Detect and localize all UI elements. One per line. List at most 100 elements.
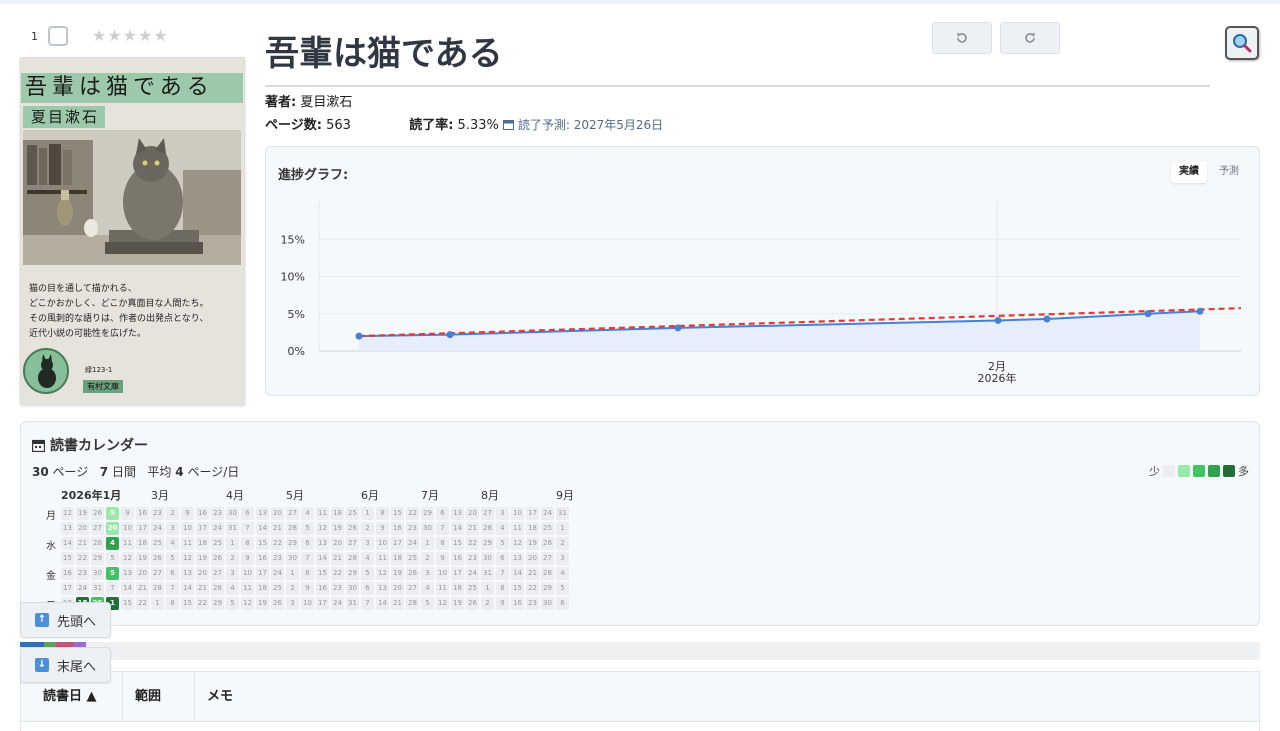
calendar-day-cell[interactable]: 9: [496, 597, 509, 610]
calendar-day-cell[interactable]: 19: [391, 567, 404, 580]
calendar-day-cell[interactable]: 9: [301, 582, 314, 595]
calendar-day-cell[interactable]: 26: [151, 552, 164, 565]
calendar-day-cell[interactable]: 20: [76, 522, 89, 535]
calendar-day-cell[interactable]: 14: [61, 537, 74, 550]
calendar-day-cell[interactable]: 25: [271, 582, 284, 595]
calendar-day-cell[interactable]: 25: [466, 582, 479, 595]
calendar-day-cell[interactable]: 29: [421, 507, 434, 520]
calendar-day-cell[interactable]: 6: [301, 537, 314, 550]
calendar-day-cell[interactable]: 1: [421, 537, 434, 550]
calendar-day-cell[interactable]: 4: [166, 537, 179, 550]
calendar-day-cell[interactable]: 12: [511, 537, 524, 550]
calendar-day-cell[interactable]: 9: [181, 507, 194, 520]
calendar-day-cell[interactable]: 30: [481, 552, 494, 565]
calendar-day-cell[interactable]: 24: [541, 507, 554, 520]
calendar-day-cell[interactable]: 23: [406, 522, 419, 535]
horizontal-scrollbar[interactable]: [20, 642, 1260, 660]
calendar-day-cell[interactable]: 23: [331, 582, 344, 595]
calendar-day-cell[interactable]: 5: [226, 597, 239, 610]
calendar-day-cell[interactable]: 21: [331, 552, 344, 565]
calendar-day-cell[interactable]: 4: [496, 522, 509, 535]
rating-stars[interactable]: ★★★★★: [92, 26, 169, 45]
calendar-day-cell[interactable]: 7: [301, 552, 314, 565]
calendar-day-cell[interactable]: 8: [166, 597, 179, 610]
calendar-day-cell[interactable]: 29: [211, 597, 224, 610]
calendar-day-cell[interactable]: 18: [331, 507, 344, 520]
calendar-day-cell[interactable]: 3: [286, 597, 299, 610]
calendar-day-cell[interactable]: 1: [361, 507, 374, 520]
calendar-day-cell[interactable]: 28: [541, 567, 554, 580]
calendar-day-cell[interactable]: 20: [466, 507, 479, 520]
calendar-day-cell[interactable]: 16: [196, 507, 209, 520]
undo-button[interactable]: [932, 22, 992, 54]
calendar-day-cell[interactable]: 29: [346, 567, 359, 580]
calendar-day-cell[interactable]: 6: [166, 567, 179, 580]
calendar-day-cell[interactable]: 18: [256, 582, 269, 595]
calendar-day-cell[interactable]: 2: [481, 597, 494, 610]
calendar-day-cell[interactable]: 5: [106, 507, 119, 520]
calendar-day-cell[interactable]: 7: [106, 582, 119, 595]
calendar-day-cell[interactable]: 17: [526, 507, 539, 520]
calendar-day-cell[interactable]: 31: [346, 597, 359, 610]
calendar-day-cell[interactable]: 6: [241, 507, 254, 520]
calendar-day-cell[interactable]: 9: [121, 507, 134, 520]
calendar-day-cell[interactable]: 25: [406, 552, 419, 565]
calendar-day-cell[interactable]: 22: [406, 507, 419, 520]
calendar-day-cell[interactable]: 6: [361, 582, 374, 595]
calendar-day-cell[interactable]: 9: [241, 552, 254, 565]
calendar-day-cell[interactable]: 24: [406, 537, 419, 550]
calendar-day-cell[interactable]: 10: [511, 507, 524, 520]
calendar-day-cell[interactable]: 21: [76, 537, 89, 550]
calendar-day-cell[interactable]: 19: [526, 537, 539, 550]
calendar-day-cell[interactable]: 22: [196, 597, 209, 610]
calendar-day-cell[interactable]: 26: [211, 552, 224, 565]
calendar-day-cell[interactable]: 1: [151, 597, 164, 610]
calendar-day-cell[interactable]: 23: [466, 552, 479, 565]
calendar-day-cell[interactable]: 4: [106, 537, 119, 550]
calendar-day-cell[interactable]: 25: [541, 522, 554, 535]
calendar-day-cell[interactable]: 22: [76, 552, 89, 565]
calendar-day-cell[interactable]: 27: [91, 522, 104, 535]
calendar-day-cell[interactable]: 20: [331, 537, 344, 550]
calendar-day-cell[interactable]: 30: [91, 567, 104, 580]
calendar-day-cell[interactable]: 20: [196, 567, 209, 580]
calendar-day-cell[interactable]: 13: [451, 507, 464, 520]
calendar-day-cell[interactable]: 23: [151, 507, 164, 520]
select-checkbox[interactable]: [48, 26, 68, 46]
calendar-day-cell[interactable]: 15: [391, 507, 404, 520]
calendar-day-cell[interactable]: 5: [301, 522, 314, 535]
calendar-day-cell[interactable]: 2: [556, 537, 569, 550]
calendar-day-cell[interactable]: 14: [121, 582, 134, 595]
calendar-day-cell[interactable]: 17: [61, 582, 74, 595]
calendar-day-cell[interactable]: 7: [436, 522, 449, 535]
calendar-day-cell[interactable]: 14: [376, 597, 389, 610]
calendar-day-cell[interactable]: 23: [526, 597, 539, 610]
calendar-day-cell[interactable]: 9: [376, 522, 389, 535]
calendar-day-cell[interactable]: 31: [481, 567, 494, 580]
calendar-day-cell[interactable]: 15: [121, 597, 134, 610]
calendar-day-cell[interactable]: 12: [181, 552, 194, 565]
calendar-day-cell[interactable]: 28: [286, 522, 299, 535]
calendar-day-cell[interactable]: 28: [346, 552, 359, 565]
calendar-day-cell[interactable]: 30: [541, 597, 554, 610]
redo-button[interactable]: [1000, 22, 1060, 54]
calendar-day-cell[interactable]: 2: [421, 552, 434, 565]
calendar-day-cell[interactable]: 8: [436, 537, 449, 550]
scroll-top-button[interactable]: ↑ 先頭へ: [20, 602, 111, 638]
calendar-day-cell[interactable]: 18: [451, 582, 464, 595]
calendar-day-cell[interactable]: 8: [496, 582, 509, 595]
search-button[interactable]: [1225, 26, 1259, 60]
calendar-day-cell[interactable]: 5: [556, 582, 569, 595]
calendar-day-cell[interactable]: 25: [346, 507, 359, 520]
calendar-day-cell[interactable]: 27: [481, 507, 494, 520]
calendar-day-cell[interactable]: 31: [556, 507, 569, 520]
calendar-day-cell[interactable]: 27: [211, 567, 224, 580]
calendar-day-cell[interactable]: 18: [136, 537, 149, 550]
calendar-day-cell[interactable]: 18: [196, 537, 209, 550]
calendar-day-cell[interactable]: 24: [211, 522, 224, 535]
calendar-day-cell[interactable]: 20: [391, 582, 404, 595]
calendar-day-cell[interactable]: 11: [376, 552, 389, 565]
scroll-bottom-button[interactable]: ↓ 末尾へ: [20, 647, 111, 683]
calendar-day-cell[interactable]: 21: [271, 522, 284, 535]
calendar-day-cell[interactable]: 13: [256, 507, 269, 520]
